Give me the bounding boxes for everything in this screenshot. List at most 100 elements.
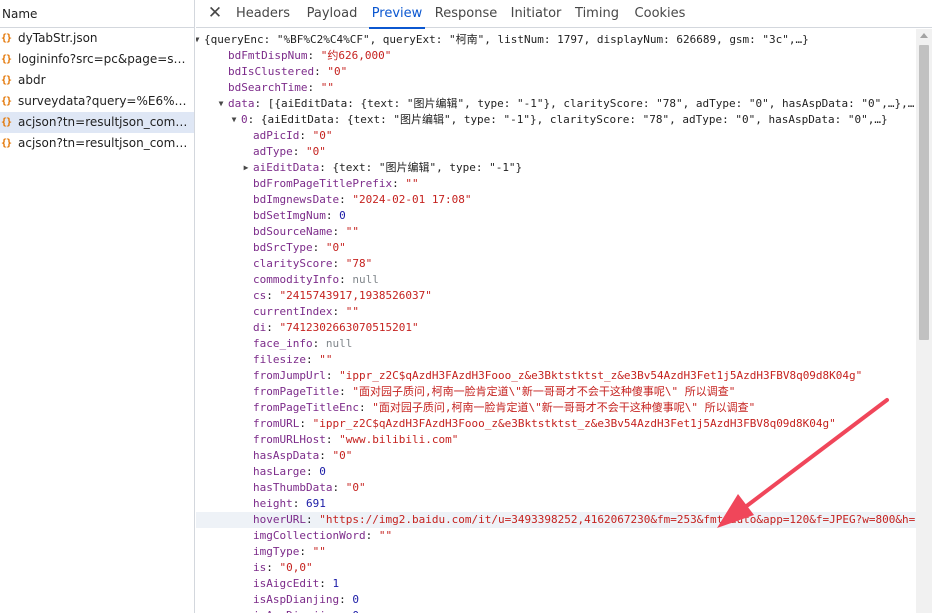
request-list-item[interactable]: {} abdr [0,70,194,91]
json-key: bdSetImgNum [253,209,326,222]
json-value: "面对园子质问,柯南一脸肯定道\"新一哥哥才不会干这种傻事呢\" 所以调查" [352,385,736,398]
json-row[interactable]: hasThumbData: "0" [196,480,916,496]
json-row[interactable]: ▼ data: [{aiEditData: {text: "图片编辑", type… [196,96,916,112]
json-row[interactable]: hoverURL: "https://img2.baidu.com/it/u=3… [196,512,916,528]
json-value: 0 [319,465,326,478]
json-value: {aiEditData: {text: "图片编辑", type: "-1"},… [260,113,888,126]
expand-down-icon[interactable]: ▼ [196,32,202,48]
json-value: "0,0" [279,561,313,574]
json-row[interactable]: ▶ aiEditData: {text: "图片编辑", type: "-1"} [196,160,916,176]
json-row[interactable]: bdImgnewsDate: "2024-02-01 17:08" [196,192,916,208]
json-key: fromURL [253,417,300,430]
json-row[interactable]: isAspDianjing: 0 [196,608,916,613]
json-row[interactable]: fromPageTitleEnc: "面对园子质问,柯南一脸肯定道\"新一哥哥才… [196,400,916,416]
request-details-panel: ✕ Headers Payload Preview Response Initiator… [196,0,932,613]
json-key: aiEditData [253,161,320,174]
json-row[interactable]: height: 691 [196,496,916,512]
request-list-item[interactable]: {} acjson?tn=resultjson_com&... [0,112,194,133]
expand-right-icon[interactable]: ▶ [241,160,251,176]
vertical-scrollbar[interactable] [916,29,932,613]
json-value: "" [345,225,359,238]
tab-payload[interactable]: Payload [306,0,358,28]
json-value: 1 [332,577,340,590]
json-value: "0" [327,65,348,78]
tab-preview[interactable]: Preview [369,0,425,29]
json-row[interactable]: adType: "0" [196,144,916,160]
json-row[interactable]: isAigcEdit: 1 [196,576,916,592]
request-list-item[interactable]: {} logininfo?src=pc&page=se... [0,49,194,70]
expand-down-icon[interactable]: ▼ [229,112,239,128]
json-value: {text: "图片编辑", type: "-1"} [332,161,523,174]
tab-cookies[interactable]: Cookies [633,0,687,28]
request-name: acjson?tn=resultjson_com&... [18,115,190,129]
json-row[interactable]: isAspDianjing: 0 [196,592,916,608]
json-value: 0 [352,593,359,606]
json-key: height [253,497,293,510]
json-value: "2024-02-01 17:08" [352,193,472,206]
json-row[interactable]: ▼ 0: {aiEditData: {text: "图片编辑", type: "-… [196,112,916,128]
json-key: face_info [253,337,313,350]
json-row[interactable]: bdSourceName: "" [196,224,916,240]
json-key: di [253,321,267,334]
json-key: hasAspData [253,449,320,462]
request-list-item[interactable]: {} acjson?tn=resultjson_com&... [0,133,194,154]
expand-down-icon[interactable]: ▼ [216,96,226,112]
json-key: imgType [253,545,300,558]
json-row[interactable]: imgType: "" [196,544,916,560]
json-file-icon: {} [1,54,12,65]
json-row[interactable]: bdSrcType: "0" [196,240,916,256]
tab-initiator[interactable]: Initiator [509,0,563,28]
json-value: [{aiEditData: {text: "图片编辑", type: "-1"}… [267,97,916,110]
json-row[interactable]: fromPageTitle: "面对园子质问,柯南一脸肯定道\"新一哥哥才不会干… [196,384,916,400]
tab-headers[interactable]: Headers [233,0,293,28]
json-row[interactable]: cs: "2415743917,1938526037" [196,288,916,304]
json-row[interactable]: fromJumpUrl: "ippr_z2C$qAzdH3FAzdH3Fooo_… [196,368,916,384]
json-row[interactable]: bdFmtDispNum: "约626,000" [196,48,916,64]
json-value: "" [405,177,419,190]
json-row[interactable]: di: "7412302663070515201" [196,320,916,336]
scroll-up-arrow-icon[interactable] [920,33,928,38]
json-row[interactable]: currentIndex: "" [196,304,916,320]
json-key: isAspDianjing [253,609,339,613]
request-list-header[interactable]: Name [0,0,194,28]
json-row[interactable]: fromURL: "ippr_z2C$qAzdH3FAzdH3Fooo_z&e3… [196,416,916,432]
json-value: "约626,000" [320,49,392,62]
json-key: fromPageTitle [253,385,340,398]
json-row[interactable]: filesize: "" [196,352,916,368]
json-value: "" [378,529,393,542]
json-key: fromURLHost [253,433,326,446]
json-row[interactable]: adPicId: "0" [196,128,916,144]
json-row[interactable]: face_info: null [196,336,916,352]
tab-timing[interactable]: Timing [574,0,620,28]
json-row[interactable]: bdSetImgNum: 0 [196,208,916,224]
request-name: surveydata?query=%E6%9F... [18,94,190,108]
request-list-item[interactable]: {} dyTabStr.json [0,28,194,49]
tab-response[interactable]: Response [434,0,498,28]
json-value: "" [345,305,359,318]
json-row[interactable]: bdSearchTime: "" [196,80,916,96]
json-value: "7412302663070515201" [279,321,419,334]
json-key: bdIsClustered [228,65,315,78]
json-key: filesize [253,353,306,366]
json-value: "" [312,545,326,558]
json-row[interactable]: commodityInfo: null [196,272,916,288]
json-row[interactable]: fromURLHost: "www.bilibili.com" [196,432,916,448]
json-file-icon: {} [1,117,12,128]
json-key: bdSourceName [253,225,333,238]
json-row[interactable]: bdFromPageTitlePrefix: "" [196,176,916,192]
scrollbar-thumb[interactable] [919,45,929,340]
json-file-icon: {} [1,96,12,107]
json-row[interactable]: ▼ {queryEnc: "%BF%C2%C4%CF", queryExt: "柯… [196,32,916,48]
json-row[interactable]: is: "0,0" [196,560,916,576]
close-icon[interactable]: ✕ [204,3,226,25]
request-list-item[interactable]: {} surveydata?query=%E6%9F... [0,91,194,112]
json-row[interactable]: clarityScore: "78" [196,256,916,272]
json-row[interactable]: hasAspData: "0" [196,448,916,464]
json-key: adPicId [253,129,300,142]
json-row[interactable]: imgCollectionWord: "" [196,528,916,544]
request-name: dyTabStr.json [18,31,98,45]
json-file-icon: {} [1,33,12,44]
json-row[interactable]: bdIsClustered: "0" [196,64,916,80]
json-key: bdFmtDispNum [228,49,308,62]
json-row[interactable]: hasLarge: 0 [196,464,916,480]
